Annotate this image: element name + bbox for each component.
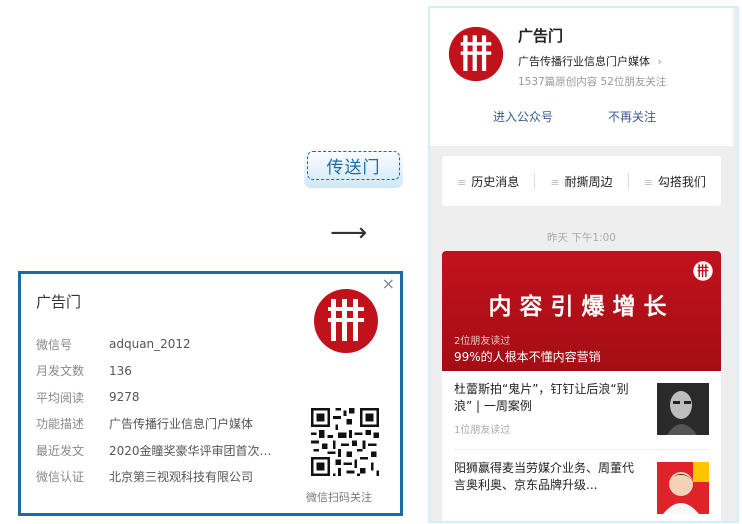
account-menu: ≡ 历史消息 ≡ 耐撕周边 ≡ 勾搭我们 — [442, 156, 721, 206]
badge-label: 传送门 — [307, 151, 400, 180]
article-title: 阳狮赢得麦当劳媒介业务、周董代言奥利奥、京东品牌升级... — [454, 461, 635, 492]
wechat-account-preview: 广告门 广告传播行业信息门户媒体 › 1537篇原创内容 52位朋友关注 进入公… — [428, 6, 739, 523]
chevron-right-icon: › — [657, 55, 662, 68]
menu-item-history[interactable]: ≡ 历史消息 — [442, 173, 534, 190]
detail-value: 北京第三视观科技有限公司 — [109, 470, 254, 485]
detail-row-recent-post: 最近发文 2020金瞳奖豪华评审团首次亮相 — [36, 437, 281, 464]
detail-value[interactable]: 2020金瞳奖豪华评审团首次亮相 — [109, 442, 281, 459]
article-list: 内容引爆增长 2位朋友读过 99%的人根本不懂内容营销 杜蕾斯拍“鬼片”，钉钉让… — [442, 251, 721, 521]
article-read-count: 1位朋友读过 — [454, 425, 511, 436]
hero-banner-title: 内容引爆增长 — [488, 294, 675, 320]
detail-row-verification: 微信认证 北京第三视观科技有限公司 — [36, 464, 281, 491]
right-arrow-icon: ⟶ — [330, 218, 368, 248]
list-item[interactable]: 杜蕾斯拍“鬼片”，钉钉让后浪“别浪” | 一周案例 1位朋友读过 — [454, 371, 709, 450]
hero-read-count: 2位朋友读过 — [454, 336, 511, 347]
detail-label: 微信认证 — [36, 470, 85, 485]
article-thumbnail — [657, 462, 709, 514]
adquan-logo-icon — [314, 289, 378, 353]
profile-description[interactable]: 广告传播行业信息门户媒体 › — [518, 53, 662, 69]
detail-row-monthly-posts: 月发文数 136 — [36, 358, 281, 385]
profile-name: 广告门 — [518, 27, 564, 45]
detail-row-description: 功能描述 广告传播行业信息门户媒体 — [36, 411, 281, 438]
unfollow-button[interactable]: 不再关注 — [608, 108, 656, 125]
detail-label: 微信号 — [36, 337, 73, 352]
article-thumbnail — [657, 383, 709, 435]
qr-code-icon — [311, 408, 379, 476]
hero-article-title: 99%的人根本不懂内容营销 — [454, 350, 601, 364]
detail-label: 最近发文 — [36, 443, 85, 458]
message-timestamp: 昨天 下午1:00 — [547, 232, 616, 244]
detail-value: 广告传播行业信息门户媒体 — [109, 417, 254, 432]
detail-label: 月发文数 — [36, 364, 85, 379]
detail-value: 9278 — [109, 390, 140, 405]
enter-account-button[interactable]: 进入公众号 — [493, 108, 553, 125]
chuansongmen-badge[interactable]: 传送门 — [304, 148, 403, 188]
detail-row-wechat-id: 微信号 adquan_2012 — [36, 331, 281, 358]
menu-item-merch[interactable]: ≡ 耐撕周边 — [535, 173, 627, 190]
account-name: 广告门 — [36, 293, 82, 311]
profile-description-text: 广告传播行业信息门户媒体 — [518, 55, 650, 68]
menu-item-label: 勾搭我们 — [657, 174, 706, 189]
detail-value: adquan_2012 — [109, 337, 191, 352]
menu-item-label: 历史消息 — [471, 174, 520, 189]
menu-icon: ≡ — [457, 175, 467, 189]
menu-icon: ≡ — [643, 175, 653, 189]
list-item[interactable]: 阳狮赢得麦当劳媒介业务、周董代言奥利奥、京东品牌升级... — [454, 450, 709, 521]
detail-label: 平均阅读 — [36, 390, 85, 405]
menu-item-label: 耐撕周边 — [564, 174, 613, 189]
detail-row-avg-reads: 平均阅读 9278 — [36, 384, 281, 411]
qr-caption: 微信扫码关注 — [306, 491, 372, 504]
account-info-card: × 广告门 微信号 adquan_2012 月发文数 136 平均阅读 9278… — [18, 271, 403, 516]
profile-stats: 1537篇原创内容 52位朋友关注 — [518, 76, 667, 88]
detail-value: 136 — [109, 363, 132, 378]
close-icon[interactable]: × — [382, 276, 395, 292]
article-title: 杜蕾斯拍“鬼片”，钉钉让后浪“别浪” | 一周案例 — [454, 382, 629, 413]
account-details: 微信号 adquan_2012 月发文数 136 平均阅读 9278 功能描述 … — [36, 331, 281, 490]
menu-icon: ≡ — [550, 175, 560, 189]
adquan-logo-icon — [693, 261, 713, 281]
detail-label: 功能描述 — [36, 417, 85, 432]
hero-article[interactable]: 内容引爆增长 2位朋友读过 99%的人根本不懂内容营销 — [442, 251, 721, 371]
menu-item-contact[interactable]: ≡ 勾搭我们 — [629, 173, 721, 190]
profile-header: 广告门 广告传播行业信息门户媒体 › 1537篇原创内容 52位朋友关注 进入公… — [430, 8, 733, 146]
adquan-logo-icon[interactable] — [448, 26, 504, 82]
